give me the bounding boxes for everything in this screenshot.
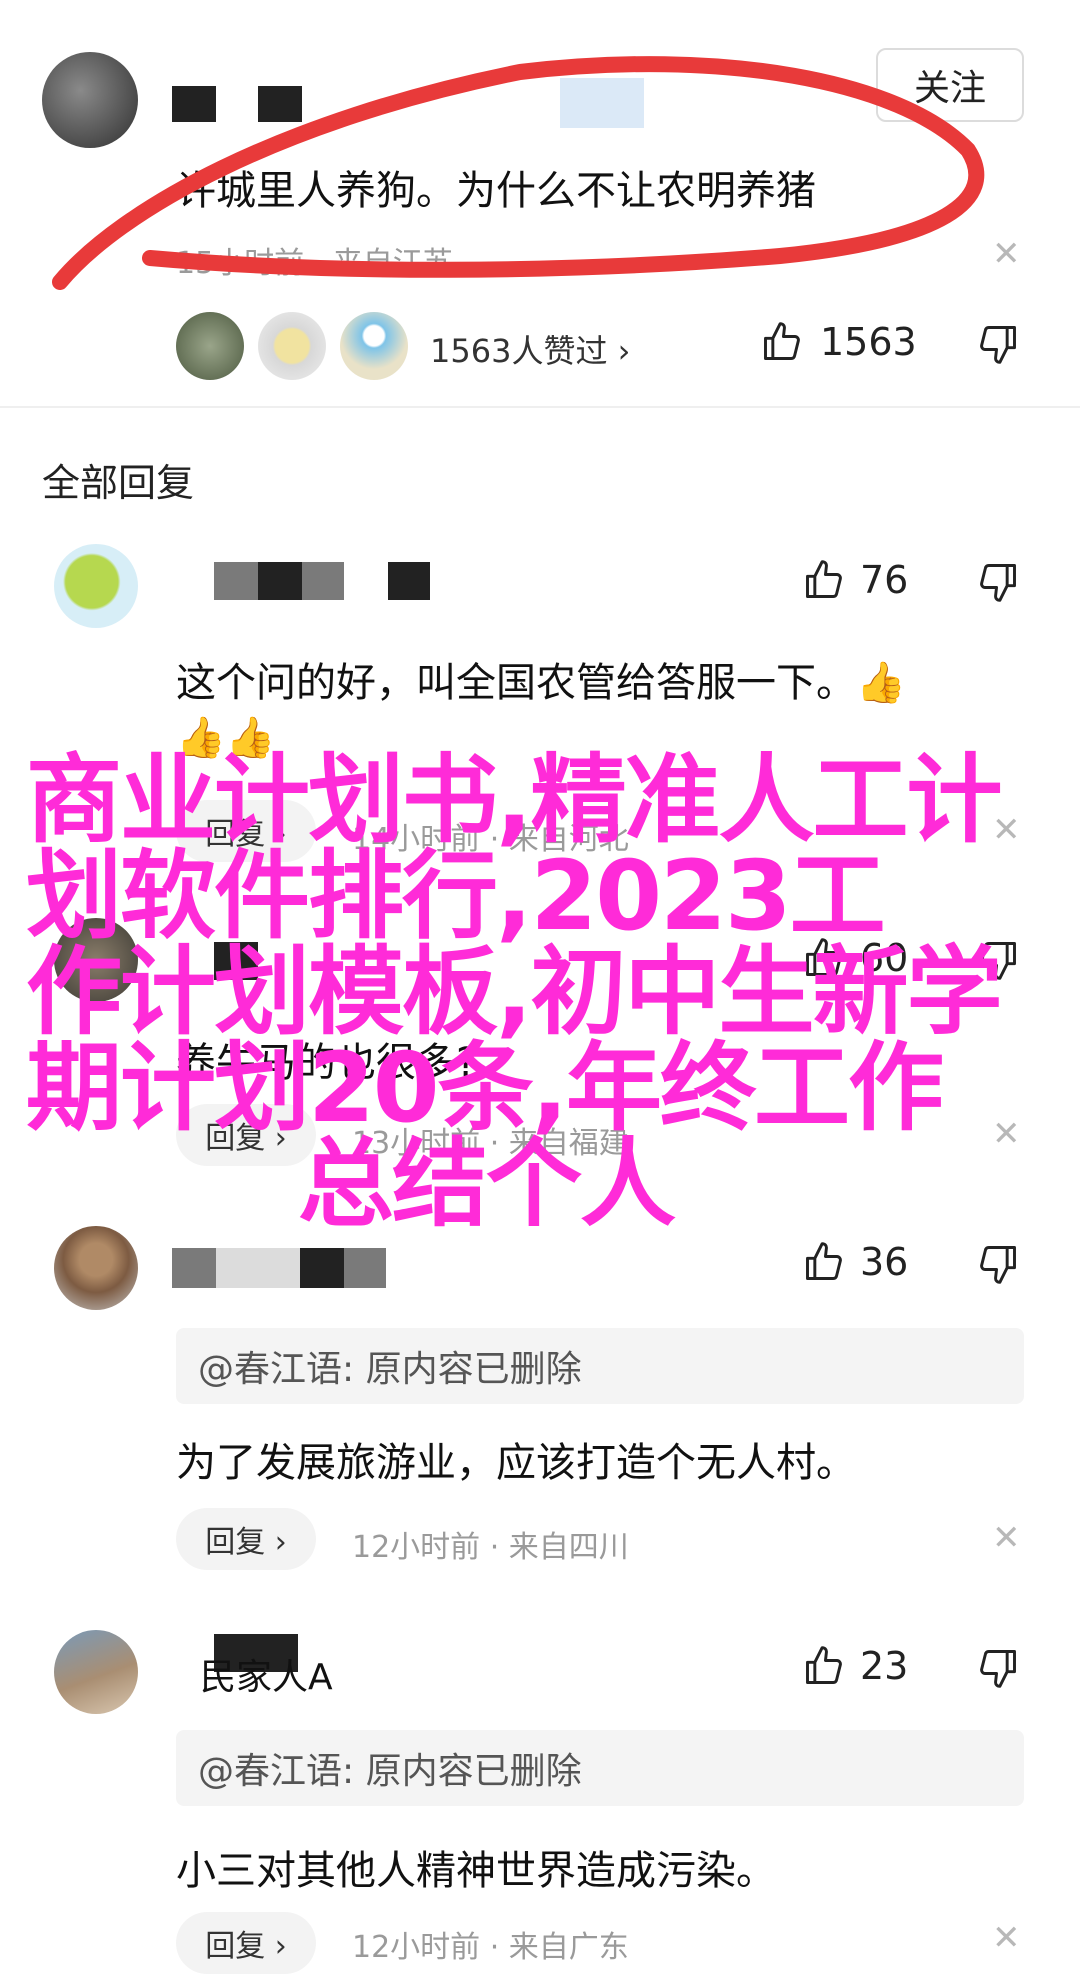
reply-avatar[interactable] — [54, 1226, 138, 1310]
overlay-line: 总结个人 — [298, 1128, 676, 1240]
overlay-line: 期计划20条,年终工作 — [26, 1032, 944, 1144]
username-redaction — [172, 1248, 216, 1288]
reply-like-count: 76 — [860, 558, 909, 602]
reply-button[interactable]: 回复 › — [176, 1912, 316, 1974]
thumb-down-icon[interactable] — [976, 560, 1020, 604]
liker-avatar[interactable] — [258, 312, 326, 380]
thumb-down-icon[interactable] — [976, 1242, 1020, 1286]
section-title: 全部回复 — [42, 461, 195, 505]
thumb-up-icon[interactable] — [802, 558, 846, 602]
thumb-up-icon[interactable] — [802, 1644, 846, 1688]
overlay-line: 作计划模板,初中生新学 — [26, 936, 1002, 1048]
thumb-up-icon[interactable] — [802, 1240, 846, 1284]
overlay-line: 划软件排行,2023工 — [26, 840, 886, 952]
reply-avatar[interactable] — [54, 544, 138, 628]
username-redaction — [214, 562, 258, 600]
reply-text: 小三对其他人精神世界造成污染。 — [176, 1848, 776, 1894]
close-icon[interactable]: ✕ — [992, 1918, 1021, 1958]
reply-username[interactable]: 民家人A — [200, 1648, 333, 1700]
reply-button[interactable]: 回复 › — [176, 1508, 316, 1570]
reply-text: 这个问的好，叫全国农管给答服一下。👍 — [176, 660, 906, 706]
reply-like-count: 23 — [860, 1644, 909, 1688]
username-redaction — [344, 1248, 386, 1288]
username-redaction — [302, 562, 344, 600]
quoted-comment[interactable]: @春江语: 原内容已删除 — [176, 1328, 1024, 1404]
liker-avatar[interactable] — [176, 312, 244, 380]
divider — [0, 406, 1080, 408]
likers-link[interactable]: 1563人赞过 › — [430, 326, 630, 372]
thumb-down-icon[interactable] — [976, 322, 1020, 366]
reply-text: 为了发展旅游业，应该打造个无人村。 — [176, 1440, 856, 1486]
reply-meta: 12小时前 · 来自四川 — [352, 1530, 629, 1565]
quoted-comment[interactable]: @春江语: 原内容已删除 — [176, 1730, 1024, 1806]
username-redaction — [258, 562, 302, 600]
liker-avatar[interactable] — [340, 312, 408, 380]
reply-like-count: 36 — [860, 1240, 909, 1284]
username-redaction — [216, 1248, 300, 1288]
overlay-line: 商业计划书,精准人工计 — [26, 744, 1002, 856]
thumb-up-icon[interactable] — [760, 320, 804, 364]
thumb-down-icon[interactable] — [976, 1646, 1020, 1690]
username-redaction — [300, 1248, 344, 1288]
close-icon[interactable]: ✕ — [992, 1518, 1021, 1558]
top-comment-like-count: 1563 — [820, 320, 917, 364]
overlay-caption: 商业计划书,精准人工计 划软件排行,2023工 作计划模板,初中生新学 期计划2… — [26, 752, 1066, 1232]
reply-meta: 12小时前 · 来自广东 — [352, 1930, 629, 1965]
username-redaction — [388, 562, 430, 600]
reply-avatar[interactable] — [54, 1630, 138, 1714]
annotation-ellipse — [52, 56, 985, 290]
